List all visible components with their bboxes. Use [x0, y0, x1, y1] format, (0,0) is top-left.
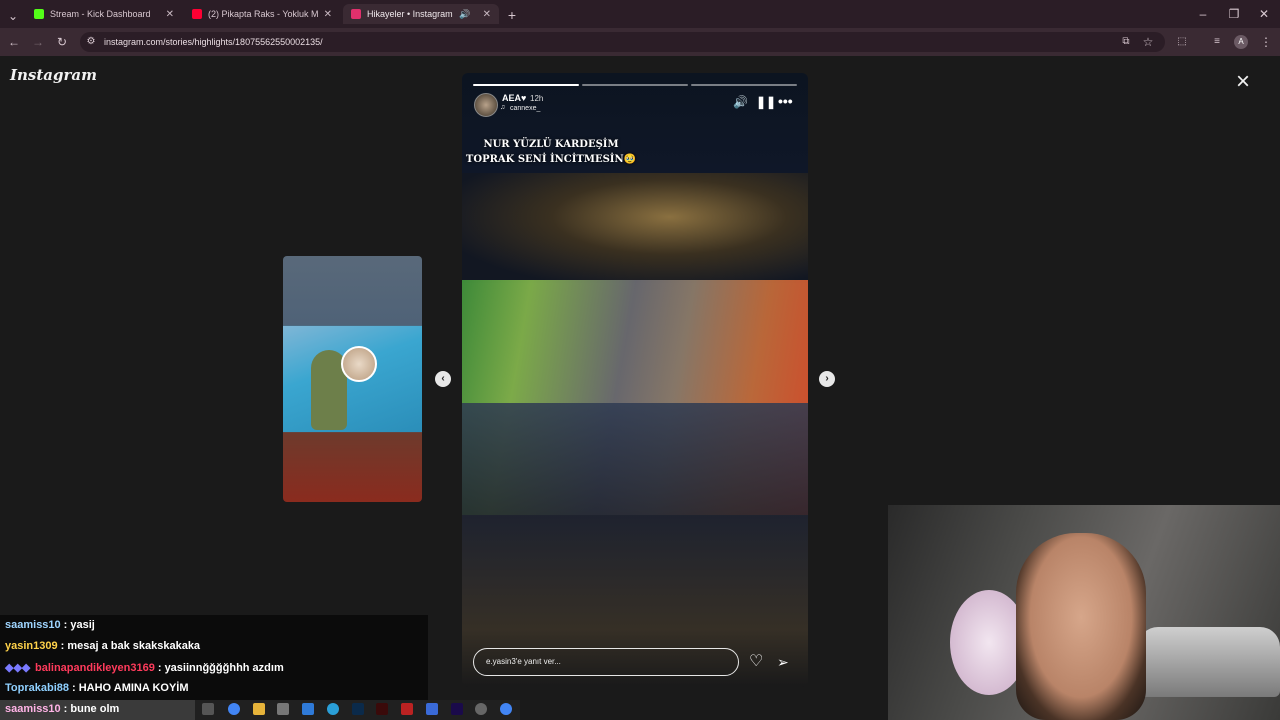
- browser-menu-icon[interactable]: ⋮: [1258, 32, 1274, 52]
- chat-username: yasin1309: [5, 640, 58, 652]
- premiere-icon[interactable]: [451, 703, 463, 715]
- previous-story-arrow-icon[interactable]: ‹: [435, 371, 451, 387]
- reply-placeholder: e.yasin3'e yanıt ver...: [486, 657, 561, 666]
- app-icon[interactable]: [277, 703, 289, 715]
- photoshop-icon[interactable]: [352, 703, 364, 715]
- audio-playing-icon[interactable]: 🔊: [459, 9, 470, 20]
- previous-story-preview[interactable]: [283, 256, 422, 502]
- send-icon[interactable]: ➢: [777, 653, 789, 671]
- tab-instagram[interactable]: Hikayeler • Instagram 🔊 ✕: [343, 4, 499, 24]
- more-options-icon[interactable]: •••: [778, 93, 793, 109]
- minimize-icon[interactable]: –: [1195, 4, 1211, 24]
- obs-icon[interactable]: [475, 703, 487, 715]
- caption-line-2: TOPRAK SENİ İNCİTMESİN🥹: [465, 154, 637, 165]
- illustrator-icon[interactable]: [376, 703, 388, 715]
- chrome-icon[interactable]: [228, 703, 240, 715]
- chrome-active-icon[interactable]: [500, 703, 512, 715]
- restore-icon[interactable]: ❐: [1226, 4, 1242, 24]
- forward-icon[interactable]: →: [30, 32, 46, 52]
- instagram-logo[interactable]: Instagram: [10, 66, 97, 84]
- store-icon[interactable]: [302, 703, 314, 715]
- story-progress-segment: [691, 84, 797, 86]
- chat-message: saamiss10: bune olm: [5, 703, 119, 715]
- story-photo-motorcycle: [462, 403, 808, 687]
- story-viewer[interactable]: AEA♥ 12h ♫ cannexe_ 🔊 ❚❚ ••• NUR YÜZLÜ K…: [462, 73, 808, 687]
- chat-text: : HAHO AMINA KOYİM: [72, 682, 189, 694]
- close-tab-icon[interactable]: ✕: [166, 9, 174, 20]
- background-car: [1138, 627, 1280, 697]
- webcam-overlay: [888, 505, 1280, 720]
- instagram-favicon-icon: [351, 9, 361, 19]
- chat-message: saamiss10: yasij: [5, 619, 95, 631]
- story-timestamp: 12h: [530, 94, 544, 103]
- story-photo-top: [462, 173, 808, 283]
- back-icon[interactable]: ←: [6, 32, 22, 52]
- reload-icon[interactable]: ↻: [54, 32, 70, 52]
- chat-message: ◆◆◆ balinapandikleyen3169: yasiinnğğğğhhh…: [5, 661, 284, 674]
- chat-username: balinapandikleyen3169: [35, 662, 155, 674]
- edge-icon[interactable]: [327, 703, 339, 715]
- tab-search-chevron-icon[interactable]: ⌄: [5, 6, 21, 26]
- media-controls-icon[interactable]: ≡: [1209, 32, 1225, 52]
- story-caption: NUR YÜZLÜ KARDEŞİM TOPRAK SENİ İNCİTMESİ…: [462, 137, 640, 167]
- url-text[interactable]: instagram.com/stories/highlights/1807556…: [104, 37, 323, 47]
- app-icon[interactable]: [426, 703, 438, 715]
- tab-kick-dashboard[interactable]: Stream - Kick Dashboard ✕: [26, 4, 182, 24]
- story-progress-segment: [582, 84, 688, 86]
- tab-label: (2) Pikapta Raks - Yokluk Makar: [208, 9, 318, 19]
- task-view-icon[interactable]: [202, 703, 214, 715]
- chat-text: : yasij: [63, 619, 95, 631]
- close-stories-icon[interactable]: ×: [1236, 70, 1250, 94]
- close-tab-icon[interactable]: ✕: [483, 9, 491, 20]
- close-tab-icon[interactable]: ✕: [324, 9, 332, 20]
- chat-username: saamiss10: [5, 619, 61, 631]
- chat-text: : yasiinnğğğğhhh azdım: [157, 662, 284, 674]
- extensions-icon[interactable]: ⬚: [1174, 32, 1190, 52]
- music-icon: ♫: [500, 104, 506, 111]
- file-explorer-icon[interactable]: [253, 703, 265, 715]
- tab-label: Stream - Kick Dashboard: [50, 9, 151, 19]
- story-username[interactable]: AEA♥: [502, 93, 526, 103]
- story-user-avatar[interactable]: [474, 93, 498, 117]
- next-story-arrow-icon[interactable]: ›: [819, 371, 835, 387]
- streamer-face: [1016, 533, 1146, 720]
- preview-avatar: [341, 346, 377, 382]
- heart-icon[interactable]: ♡: [749, 653, 763, 671]
- chat-username: Toprakabi88: [5, 682, 69, 694]
- volume-icon[interactable]: 🔊: [733, 95, 748, 109]
- kick-favicon-icon: [34, 9, 44, 19]
- youtube-favicon-icon: [192, 9, 202, 19]
- profile-avatar[interactable]: A: [1234, 35, 1248, 49]
- new-tab-button[interactable]: +: [504, 5, 520, 25]
- story-progress-segment: [473, 84, 579, 86]
- window-close-icon[interactable]: ✕: [1256, 4, 1272, 24]
- app-icon[interactable]: [401, 703, 413, 715]
- caption-line-1: NUR YÜZLÜ KARDEŞİM: [483, 139, 619, 150]
- chat-badges-icon: ◆◆◆: [5, 662, 31, 674]
- chat-username: saamiss10: [5, 703, 61, 715]
- chat-message: yasin1309: mesaj a bak skakskakaka: [5, 640, 200, 652]
- tab-label: Hikayeler • Instagram: [367, 9, 453, 19]
- story-sub-user[interactable]: cannexe_: [510, 105, 540, 112]
- chat-message: Toprakabi88: HAHO AMINA KOYİM: [5, 682, 189, 694]
- chat-text: : mesaj a bak skakskakaka: [60, 640, 201, 652]
- pause-icon[interactable]: ❚❚: [756, 95, 776, 109]
- install-app-icon[interactable]: ⧉: [1118, 32, 1134, 52]
- bookmark-star-icon[interactable]: ☆: [1140, 32, 1156, 52]
- tab-youtube[interactable]: (2) Pikapta Raks - Yokluk Makar ✕: [184, 4, 340, 24]
- site-info-icon[interactable]: ⚙: [83, 32, 99, 52]
- chat-text: : bune olm: [63, 703, 120, 715]
